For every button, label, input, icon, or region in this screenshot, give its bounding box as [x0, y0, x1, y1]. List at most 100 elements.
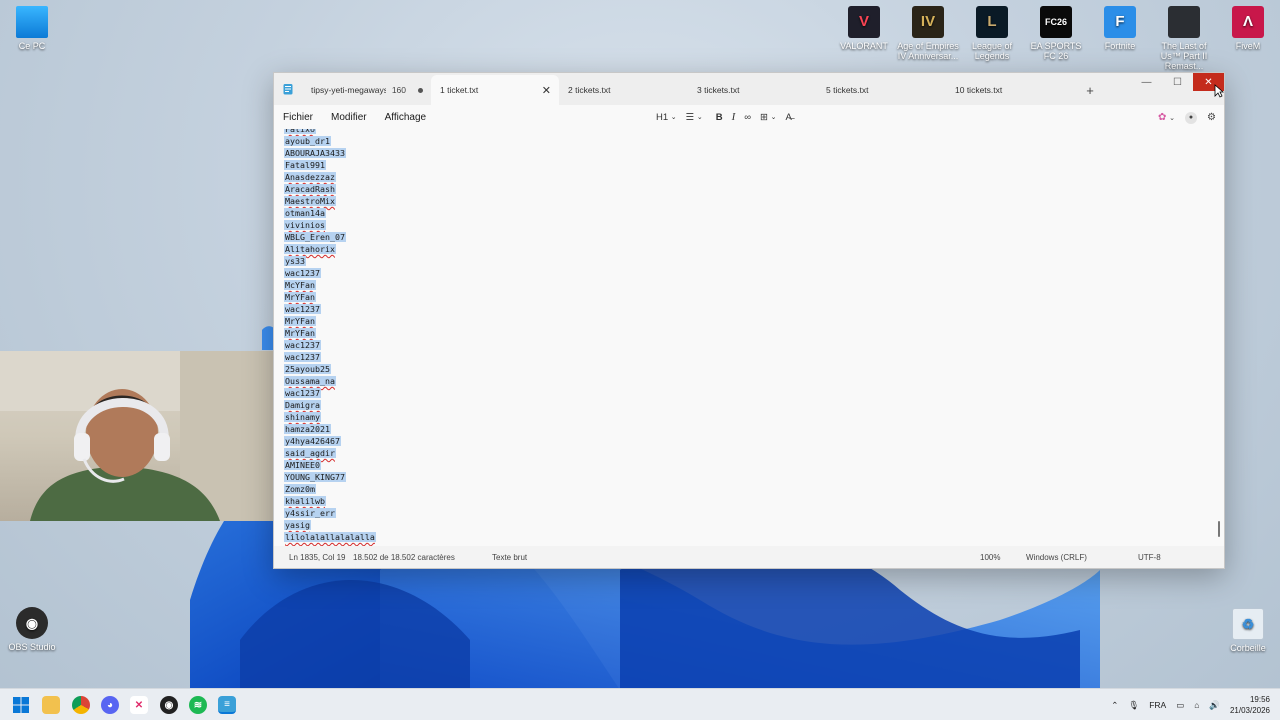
desktop-icon-game[interactable]: IV Age of Empires IV Anniversar...: [896, 6, 960, 61]
line-text: ayoub_dr1: [284, 136, 331, 146]
line-text: Alitahorix: [284, 244, 336, 254]
bullet-list-icon: ☰: [685, 111, 695, 123]
tab-1[interactable]: tipsy-yeti-megaways 160: [302, 75, 431, 105]
bold-icon: B: [715, 111, 723, 123]
text-editor-area[interactable]: Fatixo ayoub_dr1 ABOURAJA3433 Fatal991 Anasd…: [274, 129, 1224, 548]
language-indicator[interactable]: FRA: [1149, 700, 1166, 710]
italic-button[interactable]: I: [732, 111, 736, 123]
text-line: y4hya426467: [284, 435, 376, 447]
link-icon: ∞: [744, 111, 752, 123]
tab-2[interactable]: 1 ticket.txt ✕: [431, 75, 559, 105]
desktop-icon-game[interactable]: The Last of Us™ Part II Remast...: [1152, 6, 1216, 71]
line-text: 25ayoub25: [284, 364, 331, 374]
menu-file[interactable]: Fichier: [274, 112, 322, 123]
text-line: wac1237: [284, 351, 376, 363]
list-button[interactable]: ☰ ⌄: [686, 112, 703, 123]
tab-5[interactable]: 5 tickets.txt: [817, 75, 946, 105]
status-bar: Ln 1835, Col 19 18.502 de 18.502 caractè…: [274, 546, 1224, 568]
text-line: WBLG_Eren_07: [284, 231, 376, 243]
line-text: Anasdezzaz: [284, 172, 336, 182]
account-icon: ●: [1185, 111, 1198, 124]
line-text: MrYFan: [284, 316, 316, 326]
menu-view[interactable]: Affichage: [376, 112, 436, 123]
desktop-icon-obs[interactable]: ◉ OBS Studio: [0, 607, 64, 652]
text-line: MaestroMix: [284, 195, 376, 207]
volume-icon[interactable]: 🔊: [1209, 700, 1220, 711]
desktop-icon-recycle-bin[interactable]: ♻ Corbeille: [1216, 608, 1280, 653]
line-text: wac1237: [284, 304, 321, 314]
file-explorer-icon[interactable]: [42, 696, 60, 714]
text-line: ayoub_dr1: [284, 135, 376, 147]
text-line: wac1237: [284, 303, 376, 315]
desktop-icon-this-pc[interactable]: Ce PC: [0, 6, 64, 51]
table-button[interactable]: ⊞ ⌄: [760, 112, 776, 123]
mouse-cursor-icon: [1214, 84, 1224, 98]
link-button[interactable]: ∞: [744, 112, 751, 123]
display-icon[interactable]: ▭: [1176, 700, 1184, 711]
network-icon[interactable]: ⌂: [1194, 700, 1199, 710]
desktop-icon-game[interactable]: FC26 EA SPORTS FC 26: [1024, 6, 1088, 61]
desktop-icon-game[interactable]: F Fortnite: [1088, 6, 1152, 51]
text-line: Oussama_na: [284, 375, 376, 387]
desktop-icon-label: Fortnite: [1104, 41, 1136, 51]
desktop-icon-label: FiveM: [1235, 41, 1261, 51]
text-line: YOUNG_KING77: [284, 471, 376, 483]
clock[interactable]: 19:56 21/03/2026: [1230, 694, 1270, 716]
text-line: Anasdezzaz: [284, 171, 376, 183]
chrome-icon[interactable]: [72, 696, 90, 714]
chevron-down-icon: ⌄: [696, 114, 703, 121]
heading-select[interactable]: H1 ⌄: [656, 112, 677, 123]
clock-date: 21/03/2026: [1229, 706, 1270, 715]
discord-icon[interactable]: ◕: [101, 696, 119, 714]
line-text: wac1237: [284, 340, 321, 350]
game-icon: L: [976, 6, 1008, 38]
account-button[interactable]: ●: [1185, 111, 1198, 124]
italic-icon: I: [731, 111, 736, 123]
line-text: yasig: [284, 520, 311, 530]
microphone-icon[interactable]: 🎙: [1128, 700, 1139, 711]
line-text: hamza2021: [284, 424, 331, 434]
notepad-taskbar-icon[interactable]: ≡: [218, 696, 236, 714]
line-text: MrYFan: [284, 292, 316, 302]
desktop-icon-game[interactable]: L League of Legends: [960, 6, 1024, 61]
tab-label: tipsy-yeti-megaways: [311, 85, 386, 95]
format-indicator[interactable]: Texte brut: [492, 553, 527, 562]
start-button[interactable]: [12, 696, 30, 714]
line-text: McYFan: [284, 280, 316, 290]
obs-taskbar-icon[interactable]: ◉: [160, 696, 178, 714]
text-line: Damigra: [284, 399, 376, 411]
line-text: WBLG_Eren_07: [284, 232, 346, 242]
clock-time: 19:56: [1249, 695, 1270, 704]
line-ending[interactable]: Windows (CRLF): [1026, 553, 1087, 562]
spotify-icon[interactable]: ≋: [189, 696, 207, 714]
line-text: lilolalallalalalla: [284, 532, 376, 542]
copilot-button[interactable]: ✿ ⌄: [1158, 112, 1175, 123]
vertical-scrollbar-thumb[interactable]: [1218, 521, 1220, 537]
desktop-icon-game[interactable]: Λ FiveM: [1216, 6, 1280, 51]
text-line: 25ayoub25: [284, 363, 376, 375]
right-toolbar: ✿ ⌄ ● ⚙: [1158, 105, 1216, 129]
tab-4[interactable]: 3 tickets.txt: [688, 75, 817, 105]
menu-edit[interactable]: Modifier: [322, 112, 376, 123]
zoom-level[interactable]: 100%: [980, 553, 1000, 562]
close-tab-icon[interactable]: ✕: [542, 84, 551, 97]
encoding[interactable]: UTF-8: [1138, 553, 1161, 562]
settings-button[interactable]: ⚙: [1207, 112, 1216, 123]
minimize-button[interactable]: —: [1131, 73, 1162, 91]
clear-formatting-button[interactable]: A̶: [786, 112, 792, 123]
line-text: vivinios: [284, 220, 326, 230]
new-tab-button[interactable]: +: [1075, 75, 1105, 105]
desktop-icon-game[interactable]: V VALORANT: [832, 6, 896, 51]
title-bar: tipsy-yeti-megaways 160 1 ticket.txt ✕ 2 tic…: [274, 73, 1224, 105]
chevron-up-icon[interactable]: ⌃: [1111, 700, 1118, 711]
bold-button[interactable]: B: [716, 112, 723, 123]
line-text: AMINEE0: [284, 460, 321, 470]
desktop-icon-label: VALORANT: [840, 41, 888, 51]
tab-label: 1 ticket.txt: [440, 85, 479, 95]
tab-3[interactable]: 2 tickets.txt: [559, 75, 688, 105]
tab-6[interactable]: 10 tickets.txt: [946, 75, 1075, 105]
desktop-icon-label: League of Legends: [971, 41, 1013, 61]
maximize-button[interactable]: ☐: [1162, 73, 1193, 91]
text-line: said_agdir: [284, 447, 376, 459]
capcut-icon[interactable]: ✕: [130, 696, 148, 714]
